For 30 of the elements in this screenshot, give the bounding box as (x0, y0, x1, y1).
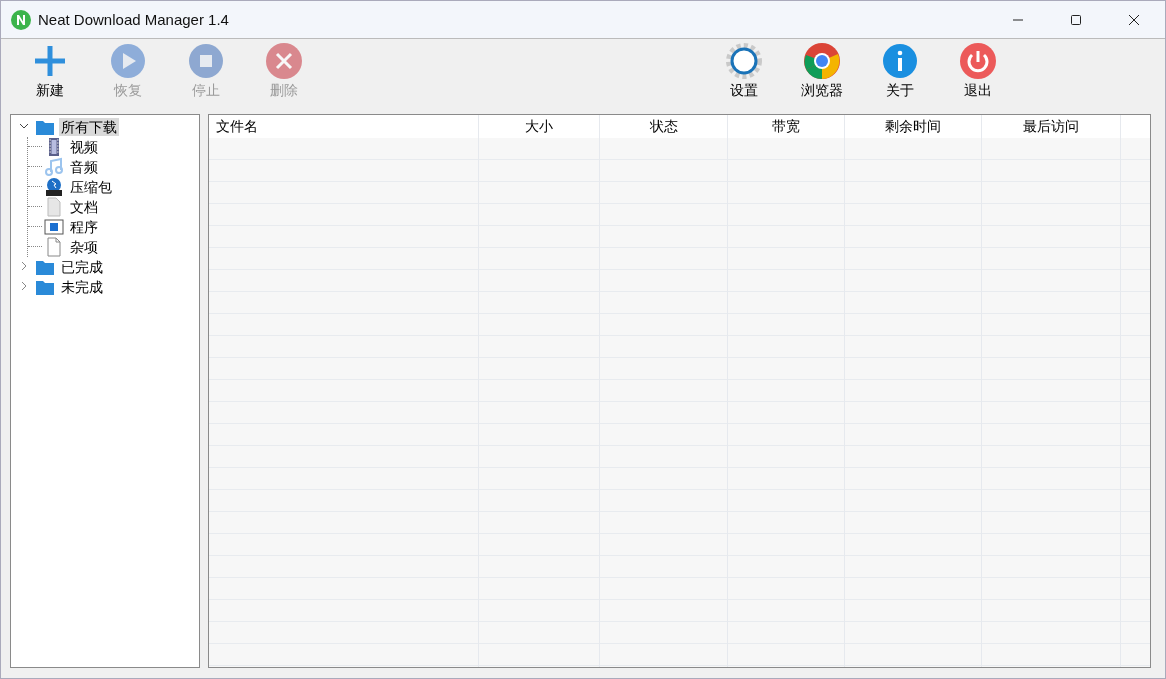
toolbar-button[interactable]: 浏览器 (785, 39, 859, 111)
maximize-icon[interactable] (1070, 13, 1082, 26)
browser-icon (803, 42, 841, 80)
toolbar-button[interactable]: 新建 (13, 39, 87, 111)
app-logo-icon (11, 9, 31, 30)
tree-item[interactable]: 杂项 (68, 238, 100, 256)
window-title: Neat Download Manager 1.4 (38, 11, 229, 28)
settings-icon (725, 42, 763, 80)
tree-item[interactable]: 未完成 (59, 278, 105, 296)
stop-icon (187, 42, 225, 80)
tree-item[interactable]: 程序 (68, 218, 100, 236)
tree-item[interactable]: 文档 (68, 198, 100, 216)
zip-icon (44, 177, 64, 197)
toolbar-button[interactable]: 关于 (863, 39, 937, 111)
tree-item[interactable]: 所有下载 (59, 118, 119, 136)
tree-item[interactable]: 已完成 (59, 258, 105, 276)
tree-item[interactable]: 音频 (68, 158, 100, 176)
close-icon[interactable] (1128, 13, 1140, 26)
blank-file-icon (44, 237, 64, 257)
info-icon (881, 42, 919, 80)
delete-icon (265, 42, 303, 80)
toolbar-button[interactable]: 退出 (941, 39, 1015, 111)
toolbar-button[interactable]: 设置 (707, 39, 781, 111)
tree-item[interactable]: 视频 (68, 138, 100, 156)
play-icon (109, 42, 147, 80)
power-icon (959, 42, 997, 80)
tree-item[interactable]: 压缩包 (68, 178, 114, 196)
window-icon (44, 217, 64, 237)
document-icon (44, 197, 64, 217)
music-note-icon (44, 157, 64, 177)
